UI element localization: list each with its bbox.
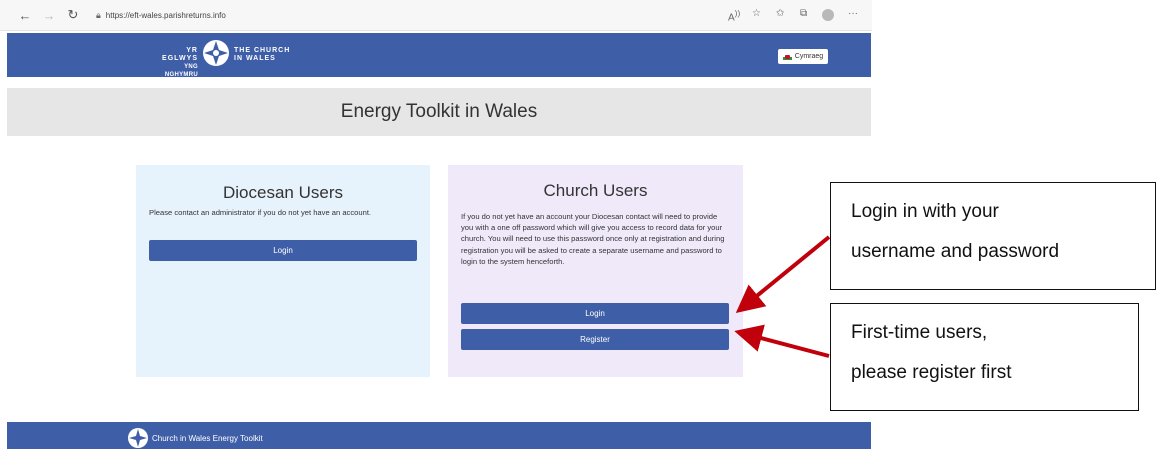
address-bar[interactable]: 🔒︎ https://eft-wales.parishreturns.info — [96, 6, 226, 24]
url-text: https://eft-wales.parishreturns.info — [105, 10, 226, 20]
forward-arrow-icon[interactable]: → — [40, 6, 58, 24]
welsh-flag-icon — [782, 53, 792, 60]
brand-en-line2: IN WALES — [234, 55, 276, 62]
church-description: If you do not yet have an account your D… — [461, 212, 725, 266]
profile-icon[interactable] — [822, 9, 834, 21]
register-arrow — [734, 324, 830, 358]
church-users-card: Church Users If you do not yet have an a… — [448, 165, 743, 377]
diocesan-description: Please contact an administrator if you d… — [149, 208, 372, 217]
more-icon[interactable]: ··· — [848, 8, 858, 19]
language-button-label: Cymraeg — [794, 53, 824, 60]
favorites-icon[interactable]: ✩ — [776, 8, 784, 19]
diocesan-users-card: Diocesan Users Please contact an adminis… — [136, 165, 430, 377]
church-register-button[interactable]: Register — [461, 329, 729, 350]
login-arrow — [735, 235, 831, 314]
footer-text: Church in Wales Energy Toolkit — [152, 434, 263, 443]
register-callout: First-time users, please register first — [830, 303, 1139, 411]
back-arrow-icon[interactable]: ← — [16, 6, 34, 24]
church-in-wales-brand[interactable]: YR EGLWYS YNG NGHYMRU THE CHURCH IN WALE… — [152, 36, 312, 78]
login-callout-line2: username and password — [851, 241, 1060, 262]
read-aloud-icon[interactable]: A)) — [728, 8, 740, 23]
page-title: Energy Toolkit in Wales — [340, 101, 538, 122]
site-header — [7, 33, 871, 77]
diocesan-heading: Diocesan Users — [223, 183, 343, 202]
diocesan-login-button[interactable]: Login — [149, 240, 417, 261]
brand-welsh-name: YR EGLWYS YNG NGHYMRU — [152, 47, 198, 79]
refresh-icon[interactable]: ↻ — [64, 6, 82, 24]
brand-cy-line2: YNG NGHYMRU — [164, 64, 198, 78]
church-login-button[interactable]: Login — [461, 303, 729, 324]
register-callout-line2: please register first — [851, 362, 1012, 383]
login-callout-line1: Login in with your — [851, 201, 999, 222]
brand-en-line1: THE CHURCH — [234, 47, 291, 54]
church-heading: Church Users — [543, 181, 648, 200]
register-callout-line1: First-time users, — [851, 322, 988, 343]
footer-cross-logo-icon — [128, 428, 148, 448]
browser-toolbar: ← → ↻ 🔒︎ https://eft-wales.parishreturns… — [0, 0, 872, 31]
add-favorite-icon[interactable]: ☆ — [752, 8, 761, 19]
lock-icon: 🔒︎ — [96, 9, 101, 20]
language-toggle-button[interactable]: Cymraeg — [778, 49, 828, 64]
login-callout: Login in with your username and password — [830, 182, 1156, 290]
collections-icon[interactable]: ⧉ — [800, 8, 807, 19]
brand-english-name: THE CHURCH IN WALES — [234, 47, 304, 63]
brand-cy-line1: YR EGLWYS — [162, 47, 198, 62]
page-title-bar: Energy Toolkit in Wales — [7, 88, 871, 136]
celtic-cross-logo-icon — [203, 40, 229, 66]
